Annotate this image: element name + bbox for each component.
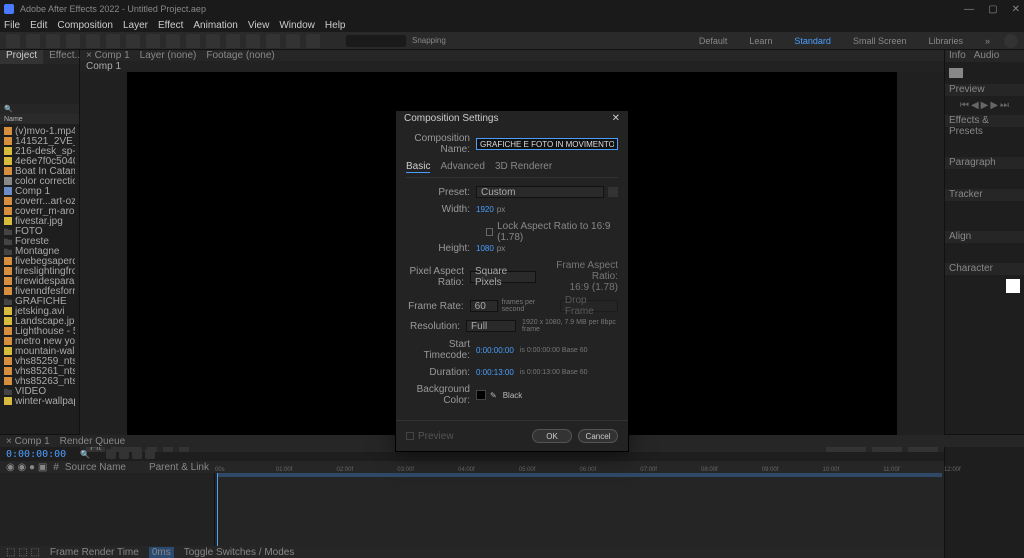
eyedropper-icon[interactable]: ✎ xyxy=(490,391,497,400)
comp-name-label: Composition Name: xyxy=(406,133,476,155)
dur-info: is 0:00:13:00 Base 60 xyxy=(520,369,588,376)
dur-label: Duration: xyxy=(406,367,476,378)
frame-ar-label: Frame Aspect Ratio: xyxy=(536,260,618,282)
preview-checkbox[interactable] xyxy=(406,432,414,440)
dialog-tab-advanced[interactable]: Advanced xyxy=(440,161,484,173)
dialog-header[interactable]: Composition Settings ✕ xyxy=(396,111,628,125)
bg-color-swatch[interactable] xyxy=(476,390,486,400)
modal-overlay: Composition Settings ✕ Composition Name:… xyxy=(0,0,1024,558)
lock-aspect-label: Lock Aspect Ratio to 16:9 (1.78) xyxy=(497,221,618,243)
res-info: 1920 x 1080, 7.9 MB per 8bpc frame xyxy=(522,319,618,333)
fr-dropdown[interactable]: 60 xyxy=(470,300,498,312)
start-tc-input[interactable]: 0:00:00:00 xyxy=(476,346,514,355)
preset-delete-icon[interactable] xyxy=(608,187,618,197)
height-label: Height: xyxy=(406,243,476,254)
bg-label: Background Color: xyxy=(406,384,476,406)
cancel-button[interactable]: Cancel xyxy=(578,429,618,443)
fr-drop-dropdown[interactable]: Drop Frame xyxy=(560,300,618,312)
preset-label: Preset: xyxy=(406,187,476,198)
frame-ar-value: 16:9 (1.78) xyxy=(536,282,618,293)
start-tc-info: is 0:00:00:00 Base 60 xyxy=(520,347,588,354)
width-unit: px xyxy=(497,205,505,214)
composition-settings-dialog: Composition Settings ✕ Composition Name:… xyxy=(395,110,629,452)
fr-label: Frame Rate: xyxy=(406,301,470,312)
preview-label: Preview xyxy=(418,431,454,442)
dialog-tab-basic[interactable]: Basic xyxy=(406,161,430,173)
res-dropdown[interactable]: Full xyxy=(466,320,516,332)
par-dropdown[interactable]: Square Pixels xyxy=(470,271,536,283)
lock-aspect-checkbox[interactable] xyxy=(486,228,493,236)
width-label: Width: xyxy=(406,204,476,215)
fr-unit: frames per second xyxy=(502,299,554,313)
comp-name-input[interactable] xyxy=(476,138,618,150)
res-label: Resolution: xyxy=(406,321,466,332)
start-tc-label: Start Timecode: xyxy=(406,339,476,361)
dialog-tab-3d-renderer[interactable]: 3D Renderer xyxy=(495,161,552,173)
dur-input[interactable]: 0:00:13:00 xyxy=(476,368,514,377)
height-unit: px xyxy=(497,244,505,253)
preset-dropdown[interactable]: Custom xyxy=(476,186,604,198)
par-label: Pixel Aspect Ratio: xyxy=(406,266,470,288)
dialog-close-icon[interactable]: ✕ xyxy=(612,113,620,124)
dialog-footer: Preview OK Cancel xyxy=(396,420,628,451)
bg-color-name: Black xyxy=(503,391,523,400)
height-input[interactable]: 1080 xyxy=(476,244,494,253)
width-input[interactable]: 1920 xyxy=(476,205,494,214)
ok-button[interactable]: OK xyxy=(532,429,572,443)
dialog-tabs: Basic Advanced 3D Renderer xyxy=(406,161,618,178)
dialog-title: Composition Settings xyxy=(404,113,499,124)
